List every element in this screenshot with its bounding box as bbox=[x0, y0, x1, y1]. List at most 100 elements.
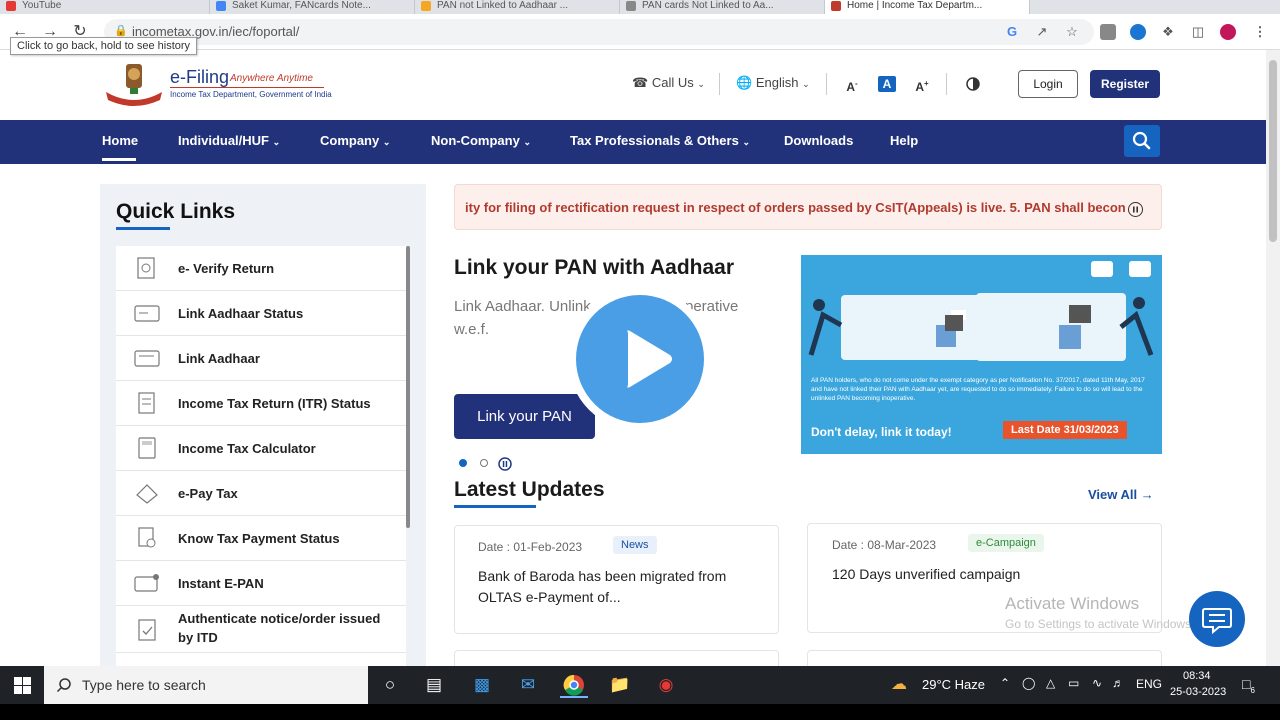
google-translate-icon[interactable]: G bbox=[1004, 24, 1020, 40]
play-button-circle bbox=[576, 295, 704, 423]
wifi-icon[interactable]: ∿ bbox=[1092, 676, 1102, 690]
side-panel-icon[interactable]: ◫ bbox=[1190, 24, 1206, 40]
people-icon[interactable]: ◯ bbox=[1022, 676, 1035, 690]
chevron-down-icon: ⌄ bbox=[697, 79, 705, 89]
volume-icon[interactable]: ♬ bbox=[1112, 676, 1124, 690]
font-normal-button[interactable]: A bbox=[878, 76, 896, 92]
extension-record-icon[interactable] bbox=[1130, 24, 1146, 40]
notification-center-icon[interactable]: □6 bbox=[1242, 676, 1255, 695]
ticker-pause-button[interactable] bbox=[1128, 202, 1143, 217]
task-view-icon[interactable]: ▤ bbox=[420, 672, 448, 698]
font-increase-button[interactable]: A+ bbox=[913, 76, 931, 94]
windows-start-icon[interactable] bbox=[14, 677, 31, 694]
activate-windows-subtext: Go to Settings to activate Windows. bbox=[1005, 617, 1195, 631]
site-favicon-icon bbox=[421, 1, 431, 11]
call-us-dropdown[interactable]: ☎ Call Us ⌄ bbox=[632, 75, 705, 91]
letterbox-bar bbox=[0, 704, 1280, 720]
id-card-icon bbox=[134, 305, 160, 322]
nav-tax-professionals[interactable]: Tax Professionals & Others ⌄ bbox=[570, 133, 750, 148]
nav-help[interactable]: Help bbox=[890, 133, 918, 148]
nav-individual-huf[interactable]: Individual/HUF ⌄ bbox=[178, 133, 280, 148]
chevron-down-icon: ⌄ bbox=[802, 79, 810, 89]
lock-icon: 🔒 bbox=[114, 25, 128, 37]
title-underline bbox=[116, 227, 170, 230]
quick-link-tax-payment-status[interactable]: Know Tax Payment Status bbox=[116, 516, 406, 561]
pause-icon bbox=[1132, 206, 1138, 212]
font-decrease-button[interactable]: A- bbox=[843, 76, 861, 94]
nav-non-company[interactable]: Non-Company ⌄ bbox=[431, 133, 531, 148]
login-button[interactable]: Login bbox=[1018, 70, 1078, 98]
chevron-down-icon: ⌄ bbox=[382, 137, 391, 147]
authenticate-icon bbox=[138, 619, 156, 641]
update-card[interactable]: Date : 01-Feb-2023 News Bank of Baroda h… bbox=[454, 525, 779, 634]
chat-button[interactable] bbox=[1189, 591, 1245, 647]
update-title: Bank of Baroda has been migrated from OL… bbox=[478, 568, 727, 605]
microphone-icon[interactable]: △ bbox=[1046, 676, 1055, 690]
extensions-puzzle-icon[interactable]: ❖ bbox=[1160, 24, 1176, 40]
update-date: Date : 08-Mar-2023 bbox=[832, 538, 937, 552]
link-your-pan-button[interactable]: Link your PAN bbox=[454, 394, 595, 439]
browser-tab-youtube[interactable]: YouTube bbox=[0, 0, 210, 14]
weather-haze-icon[interactable]: ☁ bbox=[891, 674, 907, 694]
carousel-dot[interactable] bbox=[480, 459, 488, 467]
clock-time[interactable]: 08:34 bbox=[1183, 670, 1211, 682]
browser-tab-gmail[interactable]: Saket Kumar, FANcards Note... bbox=[210, 0, 415, 14]
back-button-tooltip: Click to go back, hold to see history bbox=[10, 37, 198, 55]
quick-links-title: Quick Links bbox=[116, 200, 236, 223]
register-button[interactable]: Register bbox=[1090, 70, 1160, 98]
profile-avatar[interactable] bbox=[1220, 24, 1236, 40]
language-indicator[interactable]: ENG bbox=[1136, 677, 1162, 691]
receipt-icon bbox=[138, 527, 156, 548]
quick-link-link-aadhaar[interactable]: Link Aadhaar bbox=[116, 336, 406, 381]
battery-icon[interactable]: ▭ bbox=[1068, 676, 1079, 690]
screen-recorder-icon[interactable]: ◉ bbox=[652, 672, 680, 698]
logo-tagline: Anywhere Anytime bbox=[230, 73, 313, 84]
browser-tab-article-2[interactable]: PAN cards Not Linked to Aa... bbox=[620, 0, 825, 14]
link-card-icon bbox=[134, 350, 160, 367]
microsoft-store-icon[interactable]: ▩ bbox=[468, 672, 496, 698]
extension-screen-icon[interactable] bbox=[1100, 24, 1116, 40]
gmail-icon bbox=[216, 1, 226, 11]
quick-link-instant-e-pan[interactable]: Instant E-PAN bbox=[116, 561, 406, 606]
search-button[interactable] bbox=[1124, 125, 1160, 157]
chevron-down-icon: ⌄ bbox=[742, 137, 750, 147]
quick-link-aadhaar-status[interactable]: Link Aadhaar Status bbox=[116, 291, 406, 336]
quick-links-scrollbar[interactable] bbox=[406, 246, 410, 528]
weather-text[interactable]: 29°C Haze bbox=[922, 677, 985, 692]
clock-date[interactable]: 25-03-2023 bbox=[1170, 686, 1226, 698]
cortana-icon[interactable]: ○ bbox=[376, 672, 404, 698]
verify-document-icon bbox=[137, 257, 155, 279]
incometax-favicon-icon bbox=[831, 1, 841, 11]
browser-tab-article-1[interactable]: PAN not Linked to Aadhaar ... bbox=[415, 0, 620, 14]
chrome-icon[interactable] bbox=[560, 672, 588, 698]
carousel-dot-active[interactable] bbox=[459, 459, 467, 467]
carousel-pause-icon[interactable] bbox=[498, 457, 512, 471]
ticker-text: ity for filing of rectification request … bbox=[465, 200, 1126, 215]
nav-home[interactable]: Home bbox=[102, 133, 138, 148]
bookmark-star-icon[interactable]: ☆ bbox=[1064, 24, 1080, 40]
view-all-link[interactable]: View All → bbox=[1088, 487, 1154, 502]
quick-link-itr-status[interactable]: Income Tax Return (ITR) Status bbox=[116, 381, 406, 426]
share-icon[interactable]: ↗ bbox=[1034, 24, 1050, 40]
nav-downloads[interactable]: Downloads bbox=[784, 133, 853, 148]
quick-link-e-verify-return[interactable]: e- Verify Return bbox=[116, 246, 406, 291]
page-scrollbar-thumb[interactable] bbox=[1269, 60, 1277, 242]
link-pan-banner-image[interactable]: All PAN holders, who do not come under t… bbox=[801, 255, 1162, 454]
quick-link-e-pay-tax[interactable]: e-Pay Tax bbox=[116, 471, 406, 516]
browser-tab-incometax[interactable]: Home | Income Tax Departm... bbox=[825, 0, 1030, 14]
file-explorer-icon[interactable]: 📁 bbox=[606, 672, 634, 698]
language-dropdown[interactable]: 🌐 English ⌄ bbox=[736, 75, 810, 91]
chevron-up-icon[interactable]: ⌃ bbox=[1000, 676, 1010, 690]
search-icon bbox=[1132, 131, 1151, 150]
mail-icon[interactable]: ✉ bbox=[514, 672, 542, 698]
income-tax-emblem-logo[interactable] bbox=[104, 62, 164, 106]
quick-link-authenticate-notice[interactable]: Authenticate notice/order issued by ITD bbox=[116, 606, 406, 653]
address-bar[interactable]: 🔒 incometax.gov.in/iec/foportal/ bbox=[104, 19, 1094, 45]
search-icon bbox=[56, 678, 71, 693]
video-play-button[interactable] bbox=[568, 287, 712, 431]
quick-link-tax-calculator[interactable]: Income Tax Calculator bbox=[116, 426, 406, 471]
menu-kebab-icon[interactable]: ⋮ bbox=[1252, 24, 1268, 40]
payment-icon bbox=[136, 484, 158, 504]
nav-company[interactable]: Company ⌄ bbox=[320, 133, 390, 148]
contrast-icon[interactable] bbox=[966, 77, 980, 91]
